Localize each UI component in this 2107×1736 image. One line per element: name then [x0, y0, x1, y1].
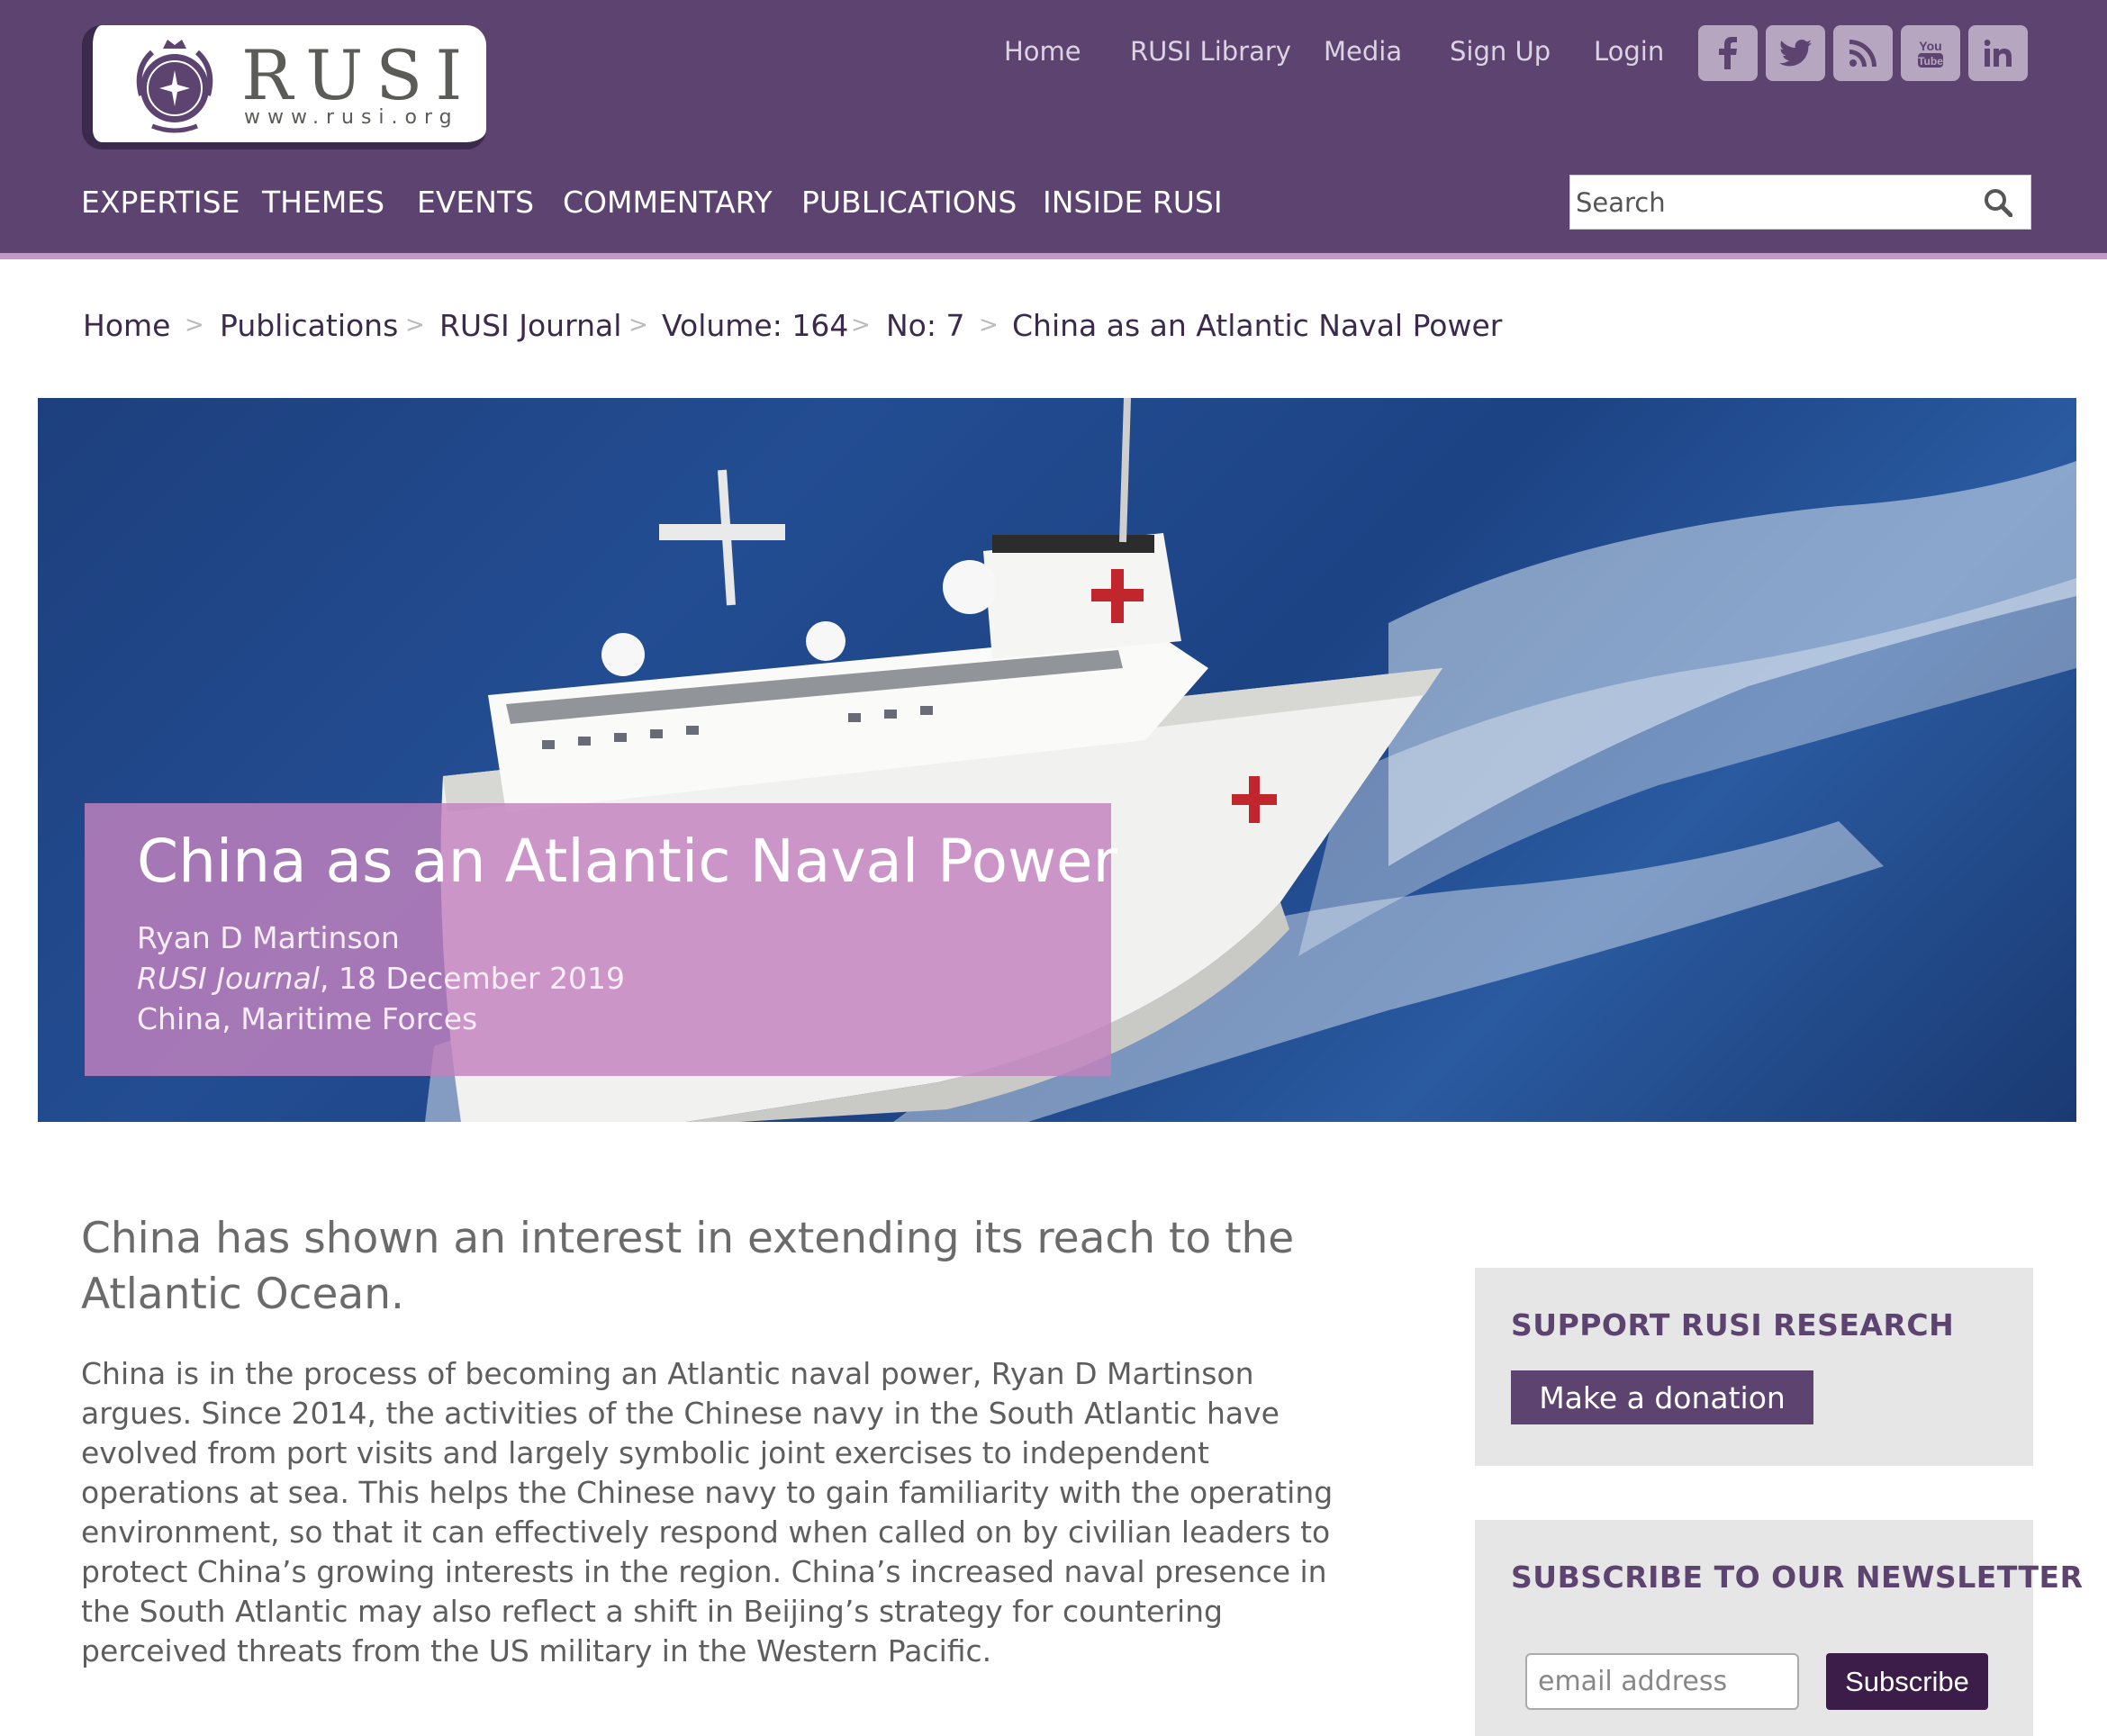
chevron-right-icon: >	[405, 312, 425, 339]
topnav-media[interactable]: Media	[1324, 36, 1402, 67]
chevron-right-icon: >	[628, 312, 648, 339]
support-heading: SUPPORT RUSI RESEARCH	[1511, 1307, 1955, 1343]
linkedin-icon[interactable]	[1968, 25, 2028, 81]
logo-wordmark: RUSI	[241, 35, 475, 115]
search-input[interactable]	[1576, 176, 1972, 229]
nav-commentary[interactable]: COMMENTARY	[563, 185, 773, 220]
article-lead: China has shown an interest in extending…	[81, 1214, 1295, 1319]
facebook-icon[interactable]	[1698, 25, 1758, 81]
support-panel: SUPPORT RUSI RESEARCH Make a donation	[1475, 1268, 2033, 1466]
breadcrumb-issue[interactable]: No: 7	[886, 308, 964, 343]
article-header-card: China as an Atlantic Naval Power Ryan D …	[85, 803, 1117, 1076]
nav-expertise[interactable]: EXPERTISE	[81, 185, 240, 220]
breadcrumb-home[interactable]: Home	[83, 308, 170, 343]
donate-button[interactable]: Make a donation	[1511, 1370, 1813, 1424]
topnav-home[interactable]: Home	[1004, 36, 1081, 67]
breadcrumb-volume[interactable]: Volume: 164	[662, 308, 848, 343]
article-tags[interactable]: China, Maritime Forces	[137, 1001, 477, 1036]
search-box	[1569, 175, 2031, 230]
topnav-login[interactable]: Login	[1594, 36, 1664, 67]
article-body: China is in the process of becoming an A…	[81, 1356, 1334, 1668]
breadcrumb-publications[interactable]: Publications	[220, 308, 398, 343]
nav-events[interactable]: EVENTS	[417, 185, 534, 220]
search-icon[interactable]	[1984, 188, 2012, 217]
journal-name[interactable]: RUSI Journal	[137, 961, 320, 996]
article-title: China as an Atlantic Naval Power	[137, 827, 1117, 896]
email-field[interactable]	[1525, 1653, 1799, 1710]
rusi-emblem-icon	[136, 40, 213, 133]
site-header: RUSI www.rusi.org Home RUSI Library Medi…	[0, 0, 2107, 259]
svg-text:Tube: Tube	[1918, 55, 1943, 68]
article-source: RUSI Journal, 18 December 2019	[137, 961, 625, 996]
article-author[interactable]: Ryan D Martinson	[137, 920, 400, 955]
subscribe-button[interactable]: Subscribe	[1826, 1653, 1988, 1710]
breadcrumb-current: China as an Atlantic Naval Power	[1012, 308, 1503, 343]
nav-themes[interactable]: THEMES	[262, 185, 384, 220]
topnav-sign-up[interactable]: Sign Up	[1450, 36, 1551, 67]
chevron-right-icon: >	[979, 312, 999, 339]
youtube-icon[interactable]: You Tube	[1901, 25, 1960, 81]
newsletter-heading: SUBSCRIBE TO OUR NEWSLETTER	[1511, 1560, 2084, 1595]
hero-banner: China as an Atlantic Naval Power Ryan D …	[38, 398, 2076, 1122]
chevron-right-icon: >	[851, 312, 871, 339]
nav-publications[interactable]: PUBLICATIONS	[801, 185, 1017, 220]
chevron-right-icon: >	[185, 312, 204, 339]
rss-icon[interactable]	[1833, 25, 1893, 81]
twitter-icon[interactable]	[1766, 25, 1825, 81]
nav-inside-rusi[interactable]: INSIDE RUSI	[1043, 185, 1223, 220]
breadcrumb-rusi-journal[interactable]: RUSI Journal	[439, 308, 621, 343]
svg-text:You: You	[1919, 39, 1941, 53]
topnav-rusi-library[interactable]: RUSI Library	[1130, 36, 1291, 67]
newsletter-panel: SUBSCRIBE TO OUR NEWSLETTER Subscribe	[1475, 1520, 2083, 1736]
article-date: , 18 December 2019	[319, 961, 626, 996]
rusi-logo[interactable]: RUSI www.rusi.org	[82, 25, 486, 149]
logo-url: www.rusi.org	[244, 106, 459, 129]
